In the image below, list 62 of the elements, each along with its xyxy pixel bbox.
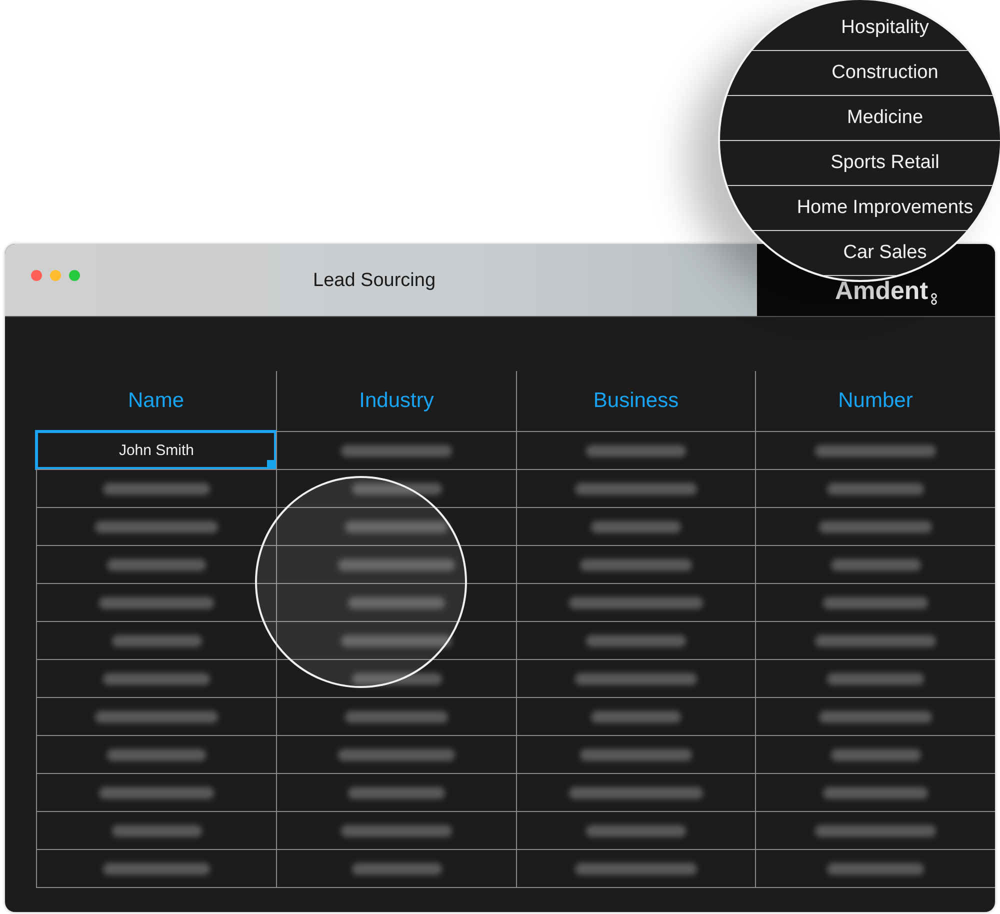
table-cell[interactable] (276, 735, 516, 773)
table-cell[interactable] (516, 583, 755, 621)
window-title: Lead Sourcing (313, 270, 436, 292)
table-cell[interactable] (755, 849, 995, 888)
industry-text: Sports Retail (830, 152, 940, 174)
table-cell[interactable] (516, 469, 755, 507)
dots-icon (931, 292, 938, 306)
table-cell[interactable] (276, 811, 516, 849)
table-cell[interactable] (755, 545, 995, 583)
industry-text: Construction (832, 62, 938, 84)
table-cell[interactable] (516, 621, 755, 659)
column-header[interactable]: Name (36, 371, 276, 431)
table-cell[interactable] (276, 849, 516, 888)
table-cell[interactable] (36, 583, 276, 621)
table-cell[interactable] (36, 507, 276, 545)
table-cell[interactable] (755, 735, 995, 773)
table-cell[interactable] (755, 507, 995, 545)
table-cell[interactable] (276, 621, 516, 659)
table-cell[interactable] (516, 773, 755, 811)
table-cell[interactable] (276, 469, 516, 507)
table-cell[interactable] (516, 735, 755, 773)
column-header[interactable]: Industry (276, 371, 516, 431)
table-cell[interactable] (755, 773, 995, 811)
table-cell[interactable] (36, 773, 276, 811)
industry-text: Car Sales (843, 242, 927, 264)
column-header[interactable]: Number (755, 371, 995, 431)
table-cell[interactable] (36, 697, 276, 735)
table-cell[interactable] (755, 469, 995, 507)
table-cell[interactable] (36, 659, 276, 697)
table-cell[interactable] (36, 849, 276, 888)
table-cell[interactable] (276, 697, 516, 735)
table-cell[interactable] (36, 735, 276, 773)
table-cell[interactable] (276, 545, 516, 583)
logo: Amdent (834, 277, 928, 306)
table-cell[interactable]: John Smith (36, 431, 276, 469)
table-cell[interactable] (755, 697, 995, 735)
table-cell[interactable] (755, 811, 995, 849)
table-cell[interactable] (516, 849, 755, 888)
table-cell[interactable] (516, 545, 755, 583)
column-header[interactable]: Business (516, 371, 755, 431)
table-cell[interactable] (36, 621, 276, 659)
table-cell[interactable] (276, 583, 516, 621)
table-cell[interactable] (755, 621, 995, 659)
table-cell[interactable] (276, 431, 516, 469)
industry-text: Medicine (846, 107, 924, 129)
table-cell[interactable] (755, 659, 995, 697)
table-cell[interactable] (516, 507, 755, 545)
table-cell[interactable] (516, 659, 755, 697)
table-cell[interactable] (755, 431, 995, 469)
table-cell[interactable] (36, 469, 276, 507)
table-cell[interactable] (36, 811, 276, 849)
table-cell[interactable] (755, 583, 995, 621)
table-cell[interactable] (516, 811, 755, 849)
industry-text: Hospitality (841, 17, 929, 39)
industry-text: Home Improvements (796, 197, 974, 219)
table-cell[interactable] (276, 507, 516, 545)
table-cell[interactable] (276, 773, 516, 811)
fill-handle[interactable] (267, 460, 276, 469)
table-cell[interactable] (36, 545, 276, 583)
table-cell[interactable] (276, 659, 516, 697)
table-cell[interactable] (516, 697, 755, 735)
table-cell[interactable] (516, 431, 755, 469)
